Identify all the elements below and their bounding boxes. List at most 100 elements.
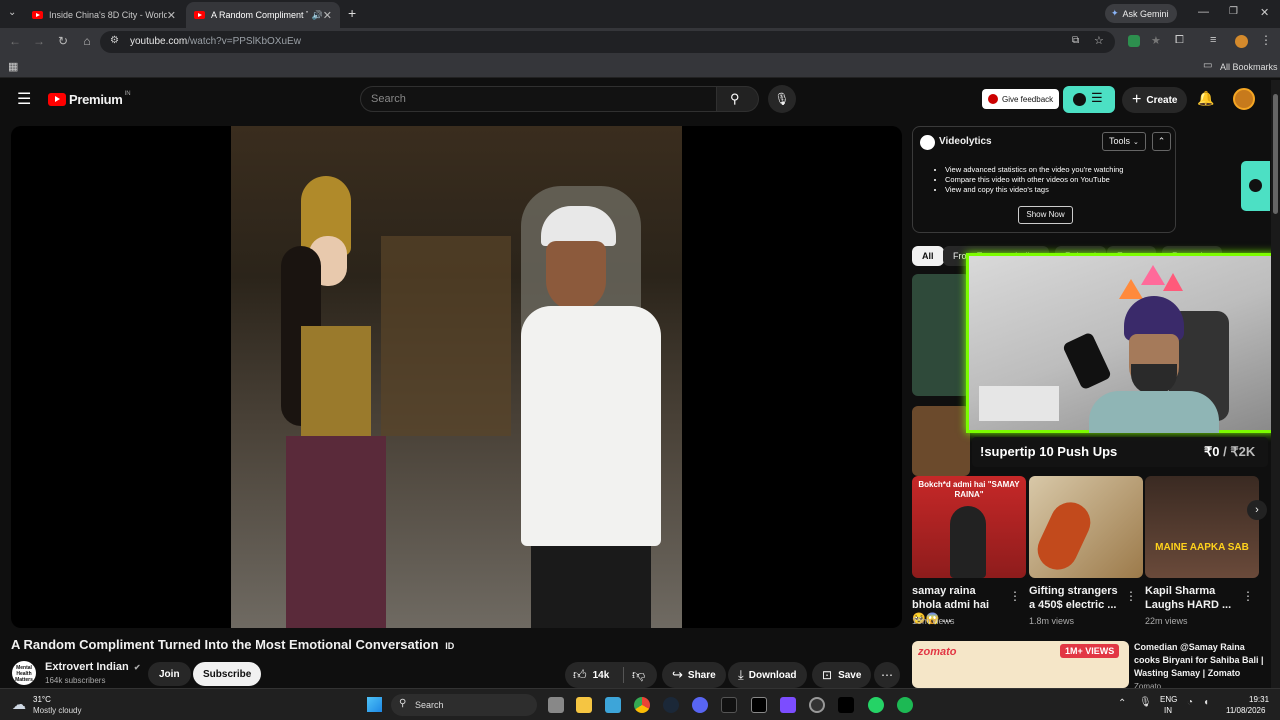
clock-time[interactable]: 19:31 (1249, 695, 1269, 704)
video-thumbnail[interactable] (912, 406, 970, 476)
videolytics-side-tab[interactable] (1241, 161, 1270, 211)
volume-icon[interactable]: ◖ (1203, 697, 1209, 708)
give-feedback-button[interactable]: Give feedback (982, 89, 1060, 109)
new-tab-button[interactable]: + (348, 5, 356, 21)
reload-icon[interactable]: ↻ (55, 34, 71, 48)
epic-games-icon[interactable] (751, 697, 767, 713)
thumbnail-person (950, 506, 986, 578)
clock-date[interactable]: 11/08/2026 (1226, 706, 1265, 715)
whatsapp-icon[interactable] (868, 697, 884, 713)
url-bar[interactable]: ⚙ youtube.com/watch?v=PPSlKbOXuEw ⧉ ☆ (100, 31, 1115, 53)
microphone-tray-icon[interactable]: 🎙 (1139, 697, 1152, 708)
chevron-down-icon: ⌄ (1133, 139, 1139, 146)
profile-avatar[interactable] (1235, 35, 1248, 48)
tools-dropdown[interactable]: Tools ⌄ (1102, 132, 1146, 151)
star-extension-icon[interactable]: ★ (1151, 34, 1161, 47)
browser-menu-icon[interactable]: ⋮ (1260, 33, 1272, 47)
short-thumbnail-1[interactable]: Bokch*d admi hai "SAMAY RAINA" (912, 476, 1026, 578)
reading-list-icon[interactable]: ≡ (1210, 34, 1216, 46)
channel-avatar[interactable]: Mental Health Matters (12, 661, 36, 685)
hamburger-menu-icon[interactable]: ☰ (17, 89, 31, 109)
gemini-sparkle-icon: ✦ (1111, 8, 1119, 18)
short-thumbnail-3[interactable]: MAINE AAPKA SAB (1145, 476, 1259, 578)
videolytics-toggle-button[interactable]: ☰ (1063, 86, 1115, 113)
taskbar-search-box[interactable]: ⚲ Search (391, 694, 537, 716)
speaker-icon[interactable]: 🔊 (312, 10, 323, 21)
youtube-favicon-icon (194, 11, 205, 19)
share-button[interactable]: ↪ Share (662, 662, 726, 688)
language-top[interactable]: ENG (1160, 695, 1177, 704)
list-item: Compare this video with other videos on … (945, 175, 1123, 185)
search-input[interactable]: Search (360, 86, 717, 112)
browser-tab-2[interactable]: A Random Compliment Tur 🔊 ✕ (186, 2, 340, 28)
minimize-button[interactable]: — (1198, 6, 1209, 18)
short-thumbnail-2[interactable] (1029, 476, 1143, 578)
short-menu-icon[interactable]: ⋮ (1009, 589, 1021, 603)
page-scrollbar[interactable] (1271, 80, 1280, 688)
thumbs-down-icon[interactable]: 👎︎ (632, 667, 645, 683)
share-arrow-icon: ↪ (672, 667, 683, 682)
join-button[interactable]: Join (148, 662, 191, 686)
ask-gemini-button[interactable]: ✦ Ask Gemini (1105, 4, 1177, 23)
like-button[interactable]: 👍︎ 14k (565, 667, 623, 683)
notifications-bell-icon[interactable]: 🔔 (1197, 90, 1214, 107)
app-grid-icon[interactable] (780, 697, 796, 713)
save-button[interactable]: ⊡ Save (812, 662, 872, 688)
chrome-icon[interactable] (634, 697, 650, 713)
discord-icon[interactable] (692, 697, 708, 713)
account-avatar[interactable] (1233, 88, 1255, 110)
tray-chevron-icon[interactable]: ⌃ (1118, 698, 1126, 709)
close-tab-icon[interactable]: ✕ (323, 9, 332, 22)
language-bottom[interactable]: IN (1164, 706, 1172, 715)
task-view-icon[interactable] (548, 697, 564, 713)
extension-icon[interactable] (1128, 35, 1140, 47)
more-actions-button[interactable]: ⋯ (874, 662, 900, 688)
search-icon: ⚲ (730, 91, 740, 106)
short-menu-icon[interactable]: ⋮ (1125, 589, 1137, 603)
download-button[interactable]: ⤓ Download (728, 662, 807, 688)
weather-cloud-icon[interactable]: ☁ (12, 696, 26, 713)
close-tab-icon[interactable]: ✕ (167, 9, 176, 22)
create-button[interactable]: + Create (1122, 87, 1188, 113)
search-button[interactable]: ⚲ (717, 86, 759, 112)
scrollbar-thumb[interactable] (1273, 94, 1278, 214)
short-title-2[interactable]: Gifting strangers a 450$ electric ... (1029, 584, 1121, 612)
apps-grid-icon[interactable]: ▦ (8, 60, 18, 73)
recommended-video-title[interactable]: Comedian @Samay Raina cooks Biryani for … (1134, 641, 1264, 681)
all-bookmarks-link[interactable]: All Bookmarks (1220, 62, 1278, 72)
steam-icon[interactable] (663, 697, 679, 713)
windows-start-icon[interactable] (367, 697, 382, 712)
file-explorer-icon[interactable] (576, 697, 592, 713)
notepad-icon[interactable] (605, 697, 621, 713)
maximize-button[interactable]: ❐ (1229, 6, 1238, 17)
show-now-button[interactable]: Show Now (1018, 206, 1073, 224)
spotify-icon[interactable] (897, 697, 913, 713)
collapse-button[interactable]: ⌃ (1152, 132, 1171, 151)
short-title-3[interactable]: Kapil Sharma Laughs HARD ... (1145, 584, 1237, 612)
chip-all[interactable]: All (912, 246, 944, 266)
tiktok-icon[interactable] (838, 697, 854, 713)
browser-tab-1[interactable]: Inside China's 8D City - World's ✕ (24, 2, 184, 28)
youtube-logo[interactable]: Premium IN (48, 91, 131, 107)
tab-list-chevron-icon[interactable]: ⌄ (8, 7, 16, 18)
subscribe-button[interactable]: Subscribe (193, 662, 262, 686)
wifi-icon[interactable]: ◔ (1187, 697, 1193, 708)
close-window-button[interactable]: ✕ (1260, 6, 1269, 19)
video-thumbnail[interactable]: zomato 1M+ VIEWS (912, 641, 1129, 688)
video-player[interactable] (11, 126, 902, 628)
bookmark-star-icon[interactable]: ☆ (1094, 34, 1104, 47)
shorts-next-button[interactable]: › (1247, 500, 1267, 520)
home-icon[interactable]: ⌂ (79, 34, 95, 48)
back-arrow-icon[interactable]: ← (7, 34, 23, 48)
terminal-icon[interactable] (721, 697, 737, 713)
extensions-puzzle-icon[interactable]: ⧠ (1175, 34, 1184, 47)
windows-taskbar: ☁ 31°C Mostly cloudy ⚲ Search ⌃ 🎙 ENG IN… (0, 688, 1280, 720)
voice-search-mic-icon[interactable]: 🎙 (768, 85, 796, 113)
video-thumbnail[interactable] (912, 274, 970, 396)
site-info-icon[interactable]: ⚙ (110, 35, 119, 46)
forward-arrow-icon[interactable]: → (31, 34, 47, 48)
channel-name[interactable]: Extrovert Indian ✔ (45, 661, 141, 673)
obs-icon[interactable] (809, 697, 825, 713)
short-menu-icon[interactable]: ⋮ (1242, 589, 1254, 603)
install-app-icon[interactable]: ⧉ (1072, 35, 1079, 46)
